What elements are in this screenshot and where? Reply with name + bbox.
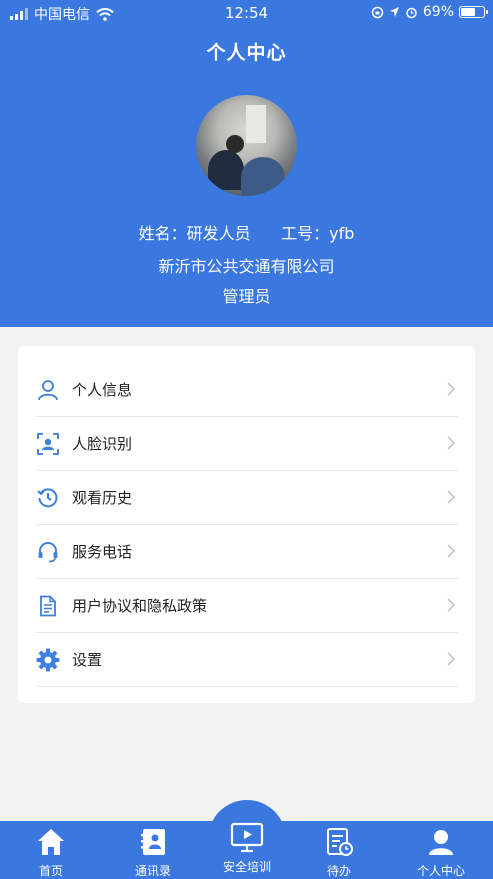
menu-item-service-phone[interactable]: 服务电话 [36, 525, 458, 579]
tab-label: 首页 [38, 864, 63, 878]
name-label: 姓名： [138, 224, 187, 243]
menu-item-label: 个人信息 [72, 381, 133, 399]
id-label: 工号： [281, 224, 330, 243]
menu-card: 个人信息 人脸识别 观看历史 服务电话 用户协议和隐私政策 设置 [18, 346, 475, 703]
battery-icon [459, 6, 488, 18]
tab-label: 个人中心 [416, 864, 465, 878]
menu-item-face-recognition[interactable]: 人脸识别 [36, 417, 458, 471]
history-icon [36, 486, 60, 510]
location-icon [389, 7, 399, 17]
tab-label: 安全培训 [222, 860, 271, 874]
face-recognition-icon [36, 432, 60, 456]
name-value: 研发人员 [186, 224, 251, 243]
menu-item-watch-history[interactable]: 观看历史 [36, 471, 458, 525]
video-training-icon [230, 821, 264, 859]
chevron-right-icon [447, 490, 456, 504]
todo-icon [324, 827, 354, 861]
battery-fill [461, 8, 476, 16]
status-bar: 中国电信 12:54 69% [0, 0, 493, 26]
alarm-icon [406, 7, 417, 18]
battery-percent: 69% [422, 4, 454, 20]
address-book-icon [138, 827, 168, 861]
avatar[interactable] [196, 95, 297, 196]
tab-contacts[interactable]: 通讯录 [104, 821, 202, 879]
menu-item-user-agreement[interactable]: 用户协议和隐私政策 [36, 579, 458, 633]
page-title: 个人中心 [206, 42, 287, 64]
menu-item-label: 设置 [72, 651, 103, 669]
tab-todo[interactable]: 待办 [290, 821, 388, 879]
document-icon [36, 594, 60, 618]
home-icon [36, 827, 66, 861]
tab-label: 待办 [326, 864, 351, 878]
profile-header: 中国电信 12:54 69% 个人中心 姓名：研发人员 工号：yfb 新沂市公共… [0, 0, 493, 327]
gear-icon [36, 648, 60, 672]
headset-icon [36, 540, 60, 564]
status-right: 69% [371, 4, 488, 20]
menu-item-label: 人脸识别 [72, 435, 133, 453]
chevron-right-icon [447, 652, 456, 666]
chevron-right-icon [447, 598, 456, 612]
person-icon [36, 378, 60, 402]
menu-item-label: 观看历史 [72, 489, 133, 507]
id-value: yfb [329, 224, 355, 243]
tab-label: 通讯录 [134, 864, 171, 878]
tab-home[interactable]: 首页 [2, 821, 100, 879]
tab-safety-training[interactable]: 安全培训 [198, 812, 296, 879]
menu-item-settings[interactable]: 设置 [36, 633, 458, 687]
menu-item-label: 服务电话 [72, 543, 133, 561]
menu-item-label: 用户协议和隐私政策 [72, 597, 208, 615]
user-info-line: 姓名：研发人员 工号：yfb [0, 220, 493, 244]
rotation-lock-icon [371, 6, 384, 18]
tab-profile[interactable]: 个人中心 [392, 821, 490, 879]
chevron-right-icon [447, 382, 456, 396]
profile-icon [426, 827, 456, 861]
company-name: 新沂市公共交通有限公司 [158, 257, 335, 276]
chevron-right-icon [447, 544, 456, 558]
chevron-right-icon [447, 436, 456, 450]
menu-item-personal-info[interactable]: 个人信息 [36, 363, 458, 417]
user-role: 管理员 [222, 287, 271, 306]
